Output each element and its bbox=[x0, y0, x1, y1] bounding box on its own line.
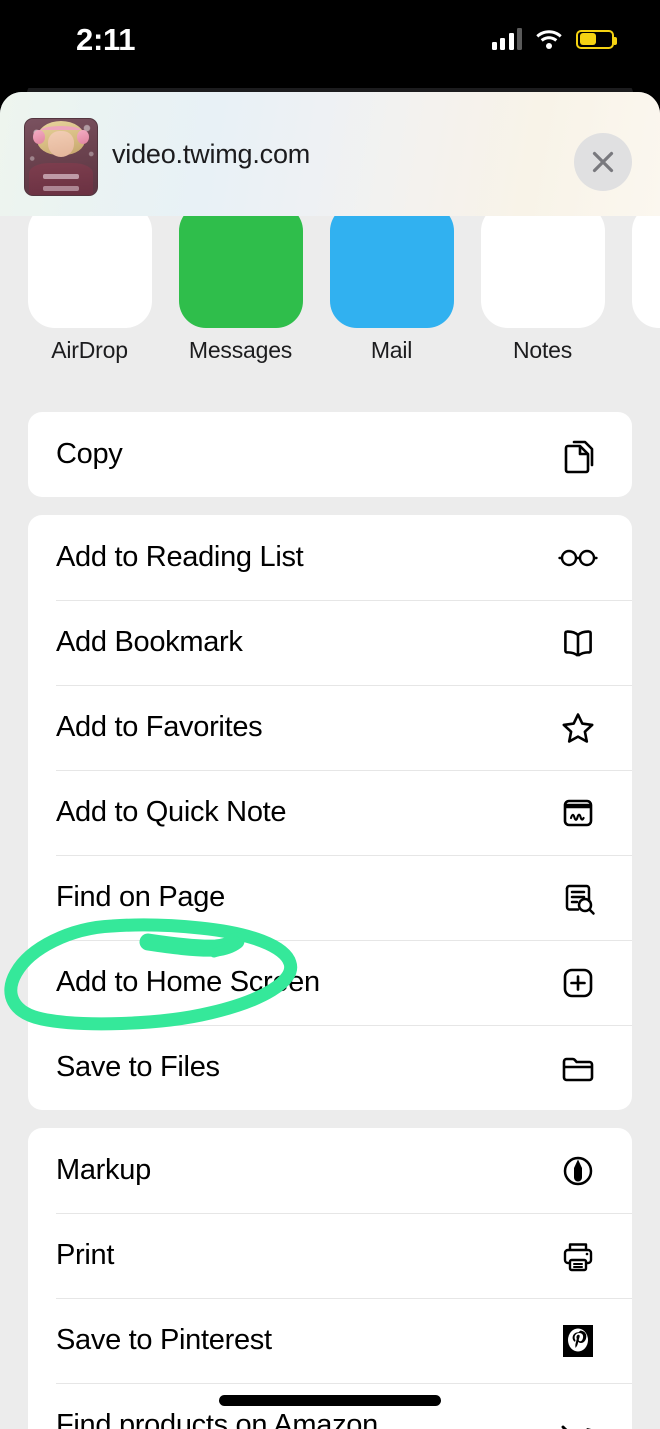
action-print[interactable]: Print bbox=[28, 1213, 632, 1298]
copy-icon bbox=[554, 431, 602, 479]
action-add-to-quick-note[interactable]: Add to Quick Note bbox=[28, 770, 632, 855]
reminders-icon bbox=[631, 204, 660, 328]
action-label: Add to Favorites bbox=[56, 711, 263, 743]
action-find-products-on-amazon[interactable]: Find products on Amazon bbox=[28, 1383, 632, 1429]
action-group-2: Add to Reading List Add Bookmark Add to … bbox=[28, 515, 632, 1110]
action-label: Add to Home Screen bbox=[56, 966, 320, 998]
book-icon bbox=[554, 619, 602, 667]
action-label: Add Bookmark bbox=[56, 626, 243, 658]
share-sheet: AirDrop Messages Mail Notes Re bbox=[0, 92, 660, 1429]
iphone-screen: 2:11 AirDrop Messages Mail Notes video.t… bbox=[0, 0, 660, 1429]
action-label: Find products on Amazon bbox=[56, 1409, 378, 1429]
share-app-label: Mail bbox=[370, 337, 413, 363]
action-group-1: Copy bbox=[28, 412, 632, 497]
share-action-list: Copy Add to Reading List Add Bookmark Ad… bbox=[0, 412, 660, 1429]
markup-pen-icon bbox=[554, 1147, 602, 1195]
action-label: Copy bbox=[56, 438, 123, 470]
quick-note-icon bbox=[554, 789, 602, 837]
action-save-to-pinterest[interactable]: Save to Pinterest bbox=[28, 1298, 632, 1383]
page-thumbnail bbox=[24, 118, 98, 196]
share-app-label: Messages bbox=[188, 337, 293, 363]
action-label: Save to Files bbox=[56, 1051, 220, 1083]
mail-icon bbox=[329, 204, 454, 328]
action-label: Add to Quick Note bbox=[56, 796, 287, 828]
action-add-to-reading-list[interactable]: Add to Reading List bbox=[28, 515, 632, 600]
share-app-mail[interactable]: Mail bbox=[316, 204, 467, 364]
action-markup[interactable]: Markup bbox=[28, 1128, 632, 1213]
action-add-bookmark[interactable]: Add Bookmark bbox=[28, 600, 632, 685]
amazon-smile-icon bbox=[554, 1402, 602, 1429]
action-copy[interactable]: Copy bbox=[28, 412, 632, 497]
messages-icon bbox=[178, 204, 303, 328]
action-label: Print bbox=[56, 1239, 115, 1271]
action-label: Find on Page bbox=[56, 881, 225, 913]
status-bar-indicators bbox=[491, 28, 617, 50]
wifi-icon bbox=[535, 29, 563, 50]
share-app-label: Notes bbox=[512, 337, 573, 363]
close-icon bbox=[592, 151, 614, 173]
notes-icon bbox=[480, 204, 605, 328]
share-sheet-header: video.twimg.com bbox=[0, 92, 660, 216]
action-label: Markup bbox=[56, 1154, 151, 1186]
action-group-3: Markup Print Save to Pinterest Find prod… bbox=[28, 1128, 632, 1429]
printer-icon bbox=[554, 1232, 602, 1280]
share-app-reminders[interactable]: Re bbox=[618, 204, 660, 364]
share-app-airdrop[interactable]: AirDrop bbox=[14, 204, 165, 364]
cellular-signal-icon bbox=[491, 28, 522, 50]
home-indicator bbox=[219, 1395, 441, 1406]
glasses-icon bbox=[554, 534, 602, 582]
battery-icon bbox=[576, 29, 617, 49]
airdrop-icon bbox=[27, 204, 152, 328]
action-add-to-favorites[interactable]: Add to Favorites bbox=[28, 685, 632, 770]
action-label: Save to Pinterest bbox=[56, 1324, 272, 1356]
share-sheet-title: video.twimg.com bbox=[112, 138, 311, 169]
share-app-notes[interactable]: Notes bbox=[467, 204, 618, 364]
close-button[interactable] bbox=[574, 133, 632, 191]
action-save-to-files[interactable]: Save to Files bbox=[28, 1025, 632, 1110]
action-add-to-home-screen[interactable]: Add to Home Screen bbox=[28, 940, 632, 1025]
action-label: Add to Reading List bbox=[56, 541, 304, 573]
pinterest-icon bbox=[554, 1317, 602, 1365]
star-icon bbox=[554, 704, 602, 752]
find-on-page-icon bbox=[554, 874, 602, 922]
share-app-label: AirDrop bbox=[51, 337, 128, 363]
plus-square-icon bbox=[554, 959, 602, 1007]
status-bar-time: 2:11 bbox=[76, 22, 136, 57]
action-find-on-page[interactable]: Find on Page bbox=[28, 855, 632, 940]
share-app-messages[interactable]: Messages bbox=[165, 204, 316, 364]
status-bar: 2:11 bbox=[0, 0, 660, 88]
folder-icon bbox=[554, 1044, 602, 1092]
